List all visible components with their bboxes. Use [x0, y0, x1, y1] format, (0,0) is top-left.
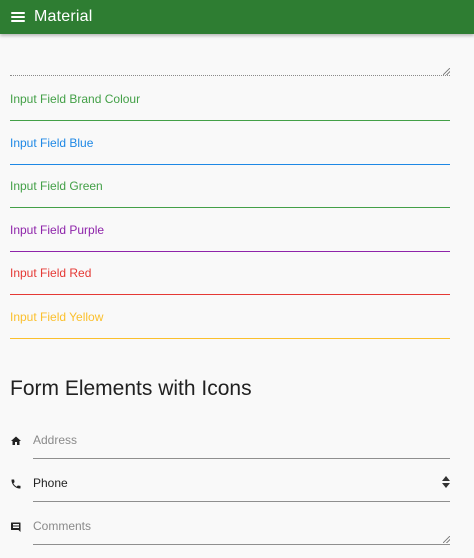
address-placeholder: Address — [33, 433, 78, 447]
input-field-yellow[interactable]: Input Field Yellow — [10, 309, 450, 339]
field-underline — [10, 207, 450, 208]
phone-icon — [11, 479, 21, 489]
field-label: Input Field Red — [10, 266, 92, 280]
comments-row: Comments — [10, 515, 450, 545]
input-field-blue[interactable]: Input Field Blue — [10, 135, 450, 165]
home-icon — [11, 436, 21, 445]
field-label: Input Field Green — [10, 179, 103, 193]
field-underline — [10, 294, 450, 295]
hamburger-menu-icon[interactable] — [11, 12, 25, 22]
phone-select[interactable]: Phone — [33, 472, 450, 502]
field-label: Input Field Brand Colour — [10, 92, 141, 106]
field-underline — [10, 251, 450, 252]
field-label: Input Field Blue — [10, 136, 94, 150]
comment-icon — [11, 522, 21, 532]
input-field-green[interactable]: Input Field Green — [10, 178, 450, 208]
app-bar: Material — [0, 0, 474, 34]
comments-textarea[interactable]: Comments — [33, 515, 450, 545]
resize-grip-icon[interactable] — [443, 68, 450, 75]
address-input[interactable]: Address — [33, 429, 450, 459]
resize-grip-icon[interactable] — [443, 536, 450, 543]
input-field-red[interactable]: Input Field Red — [10, 265, 450, 295]
select-arrows-icon — [442, 476, 450, 488]
top-textarea[interactable] — [10, 34, 450, 76]
field-label: Input Field Yellow — [10, 310, 104, 324]
address-row: Address — [10, 429, 450, 459]
phone-row: Phone — [10, 472, 450, 502]
field-underline — [10, 164, 450, 165]
input-field-brand-colour[interactable]: Input Field Brand Colour — [10, 91, 450, 121]
field-underline — [10, 120, 450, 121]
phone-select-value: Phone — [33, 476, 68, 490]
field-label: Input Field Purple — [10, 223, 105, 237]
textarea-underline — [10, 75, 450, 76]
input-field-purple[interactable]: Input Field Purple — [10, 222, 450, 252]
field-underline — [10, 338, 450, 339]
app-title: Material — [34, 8, 93, 25]
section-title: Form Elements with Icons — [10, 377, 252, 400]
comments-placeholder: Comments — [33, 519, 92, 533]
